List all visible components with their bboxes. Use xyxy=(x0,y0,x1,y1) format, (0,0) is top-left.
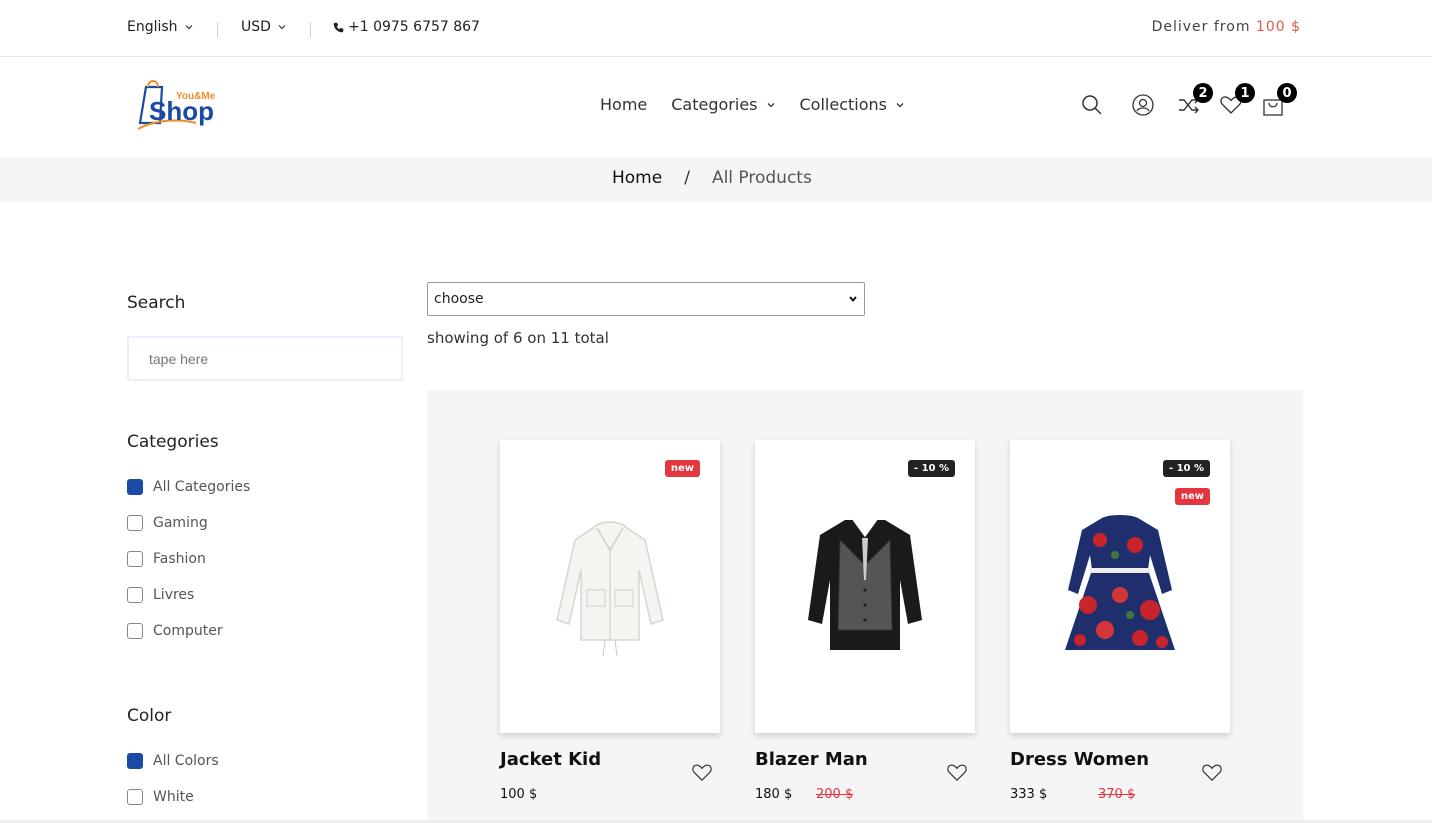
product-old-price: 370 $ xyxy=(1098,787,1136,802)
color-filter-white[interactable]: White xyxy=(127,789,194,805)
category-filter-fashion[interactable]: Fashion xyxy=(127,551,206,567)
checkbox[interactable] xyxy=(127,551,143,567)
category-filter-gaming[interactable]: Gaming xyxy=(127,515,208,531)
product-name[interactable]: Dress Women xyxy=(1010,749,1149,770)
currency-label: USD xyxy=(241,19,271,35)
delivery-info: Deliver from 100 $ xyxy=(1152,19,1301,35)
main-nav: Home Categories Collections xyxy=(600,95,905,114)
checkbox[interactable] xyxy=(127,587,143,603)
discount-badge: - 10 % xyxy=(1162,460,1210,477)
color-section-title: Color xyxy=(127,706,172,726)
checkbox[interactable] xyxy=(127,515,143,531)
add-to-wishlist-heart-icon[interactable] xyxy=(1201,762,1223,782)
results-count: showing of 6 on 11 total xyxy=(427,329,609,347)
checkbox[interactable] xyxy=(127,479,143,495)
product-card-image[interactable]: new xyxy=(500,440,720,733)
new-badge: new xyxy=(1174,488,1210,505)
category-label: Livres xyxy=(153,587,195,603)
dress-image xyxy=(1065,515,1175,650)
sort-selected-value: choose xyxy=(434,291,484,307)
new-badge: new xyxy=(664,460,700,477)
nav-collections-label: Collections xyxy=(799,95,887,114)
compare-count-badge: 2 xyxy=(1193,83,1213,103)
main-header: You&Me Shop Home Categories Collections xyxy=(0,57,1432,157)
logo-big-text: Shop xyxy=(149,96,214,126)
nav-categories[interactable]: Categories xyxy=(671,95,775,114)
breadcrumb-home-link[interactable]: Home xyxy=(612,168,662,188)
category-label: Gaming xyxy=(153,515,208,531)
chevron-down-icon xyxy=(767,102,774,107)
top-bar: English USD +1 0975 6757 867 Deliver fro… xyxy=(0,0,1432,57)
nav-collections[interactable]: Collections xyxy=(800,95,905,114)
product-price: 100 $ xyxy=(500,787,538,802)
product-card-image[interactable]: - 10 % xyxy=(755,440,975,733)
phone-link[interactable]: +1 0975 6757 867 xyxy=(333,19,480,35)
divider xyxy=(217,22,218,38)
sort-select[interactable]: choose xyxy=(427,282,865,316)
search-section-title: Search xyxy=(127,293,186,313)
breadcrumb: Home / All Products xyxy=(612,168,812,188)
product-name[interactable]: Jacket Kid xyxy=(500,749,601,770)
color-label: All Colors xyxy=(153,753,219,769)
color-label: White xyxy=(153,789,194,805)
language-selector[interactable]: English xyxy=(127,19,194,35)
discount-badge: - 10 % xyxy=(907,460,955,477)
shop-logo[interactable]: You&Me Shop xyxy=(136,77,228,135)
search-input[interactable] xyxy=(127,336,403,381)
nav-home-label: Home xyxy=(600,95,648,114)
add-to-wishlist-heart-icon[interactable] xyxy=(946,762,968,782)
checkbox[interactable] xyxy=(127,753,143,769)
category-filter-livres[interactable]: Livres xyxy=(127,587,194,603)
chevron-down-icon xyxy=(849,296,857,302)
user-icon[interactable] xyxy=(1131,93,1155,117)
category-label: Computer xyxy=(153,623,223,639)
blazer-image xyxy=(808,519,922,650)
category-filter-computer[interactable]: Computer xyxy=(127,623,223,639)
checkbox[interactable] xyxy=(127,623,143,639)
search-icon[interactable] xyxy=(1080,93,1104,117)
chevron-down-icon xyxy=(185,25,192,30)
add-to-wishlist-heart-icon[interactable] xyxy=(691,762,713,782)
checkbox[interactable] xyxy=(127,789,143,805)
category-label: Fashion xyxy=(153,551,206,567)
breadcrumb-separator: / xyxy=(684,168,690,188)
phone-icon xyxy=(333,22,344,32)
nav-home[interactable]: Home xyxy=(600,95,647,114)
chevron-down-icon xyxy=(278,25,286,30)
wishlist-count-badge: 1 xyxy=(1235,83,1255,103)
category-filter-all[interactable]: All Categories xyxy=(127,479,250,495)
product-name[interactable]: Blazer Man xyxy=(755,749,868,770)
logo-bag-graphic: You&Me Shop xyxy=(137,80,216,130)
deliver-label: Deliver from xyxy=(1151,19,1251,35)
product-price: 333 $ xyxy=(1010,787,1048,802)
product-price: 180 $ xyxy=(755,787,793,802)
cart-count-badge: 0 xyxy=(1277,83,1297,103)
breadcrumb-current: All Products xyxy=(711,168,812,188)
deliver-amount: 100 $ xyxy=(1255,19,1301,35)
chevron-down-icon xyxy=(896,102,904,107)
divider xyxy=(310,22,311,38)
product-card-image[interactable]: - 10 % new xyxy=(1010,440,1230,733)
currency-selector[interactable]: USD xyxy=(241,19,287,35)
language-label: English xyxy=(127,19,178,35)
categories-section-title: Categories xyxy=(127,432,219,452)
breadcrumb-bar: Home / All Products xyxy=(0,157,1432,202)
phone-number: +1 0975 6757 867 xyxy=(348,19,480,35)
product-old-price: 200 $ xyxy=(816,787,854,802)
nav-categories-label: Categories xyxy=(671,95,758,114)
color-filter-all[interactable]: All Colors xyxy=(127,753,219,769)
jacket-image xyxy=(556,521,664,657)
category-label: All Categories xyxy=(153,479,251,495)
